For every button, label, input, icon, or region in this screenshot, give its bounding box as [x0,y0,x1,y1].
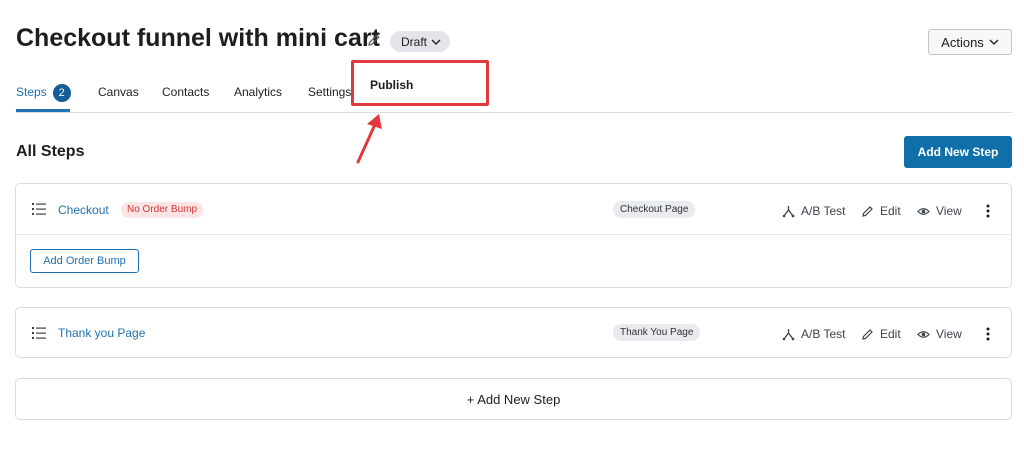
chevron-down-icon [989,39,999,45]
view-label: View [936,204,962,218]
actions-label: Actions [941,34,984,50]
edit-button[interactable]: Edit [861,327,901,341]
step-type-badge: Thank You Page [613,324,701,341]
page-title: Checkout funnel with mini cart [16,24,380,52]
more-options-icon[interactable] [985,204,991,218]
ab-test-button[interactable]: A/B Test [782,204,845,218]
annotation-arrow [356,114,382,164]
eye-icon [917,330,930,338]
drag-handle-icon[interactable] [32,203,46,215]
add-order-bump-button[interactable]: Add Order Bump [30,249,139,273]
tab-steps-label: Steps [16,85,47,100]
split-icon [782,205,795,217]
edit-button[interactable]: Edit [861,204,901,218]
step-card: Thank you Page Thank You Page A/B Test E… [15,307,1012,358]
edit-title-icon[interactable] [366,32,382,48]
status-badge: No Order Bump [121,202,204,218]
tab-settings[interactable]: Settings [308,85,351,99]
card-divider [16,234,1011,235]
view-button[interactable]: View [917,327,962,341]
ab-test-label: A/B Test [801,327,846,341]
chevron-down-icon [431,39,441,45]
add-new-step-button[interactable]: Add New Step [904,136,1012,168]
tab-analytics[interactable]: Analytics [234,85,282,99]
view-label: View [936,327,962,341]
split-icon [782,328,795,340]
step-name-link[interactable]: Checkout [58,203,109,217]
publish-menu-item[interactable]: Publish [370,78,413,92]
status-dropdown[interactable]: Draft [390,31,450,52]
edit-label: Edit [880,204,901,218]
view-button[interactable]: View [917,204,962,218]
pencil-icon [862,328,873,340]
section-title: All Steps [16,143,85,160]
more-options-icon[interactable] [985,327,991,341]
add-new-step-row[interactable]: + Add New Step [15,378,1012,420]
edit-label: Edit [880,327,901,341]
pencil-icon [862,205,873,217]
ab-test-label: A/B Test [801,204,846,218]
tab-canvas[interactable]: Canvas [98,85,139,99]
status-label: Draft [401,34,428,49]
drag-handle-icon[interactable] [32,327,46,339]
step-type-badge: Checkout Page [613,201,696,218]
actions-button[interactable]: Actions [928,29,1012,55]
status-menu: Publish [351,60,489,106]
tabs-divider [16,112,1012,113]
step-card: Checkout No Order Bump Checkout Page A/B… [15,183,1012,288]
ab-test-button[interactable]: A/B Test [782,327,845,341]
step-name-link[interactable]: Thank you Page [58,326,145,340]
tab-contacts[interactable]: Contacts [162,85,209,99]
steps-count-badge: 2 [52,84,71,102]
eye-icon [917,207,930,215]
tab-steps[interactable]: Steps 2 [16,84,71,102]
